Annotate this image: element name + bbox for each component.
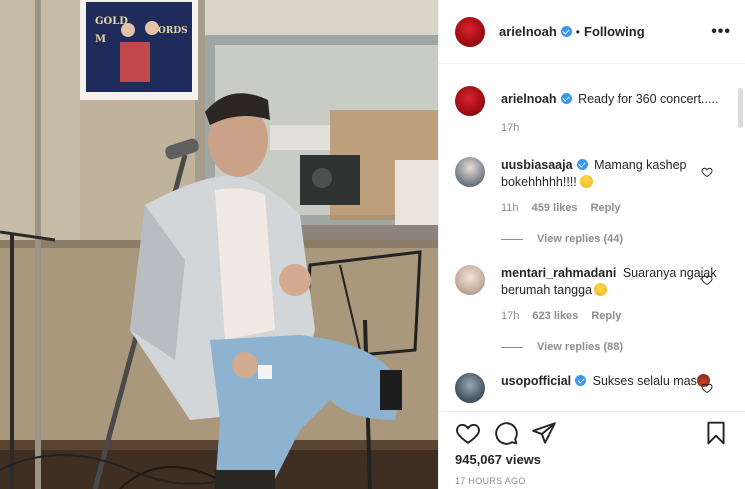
heart-icon[interactable] [455,420,481,446]
svg-text:ORDS: ORDS [158,26,188,36]
comment-likes[interactable]: 623 likes [532,310,578,322]
like-comment-heart-icon[interactable] [701,166,713,178]
post-side-panel: arielnoah • Following ••• arielnoah Read… [438,0,745,489]
view-replies-label: View replies (88) [537,341,624,353]
like-comment-heart-icon[interactable] [701,382,713,394]
comment-text: Sukses selalu mas [592,374,697,388]
scream-emoji-icon [580,175,594,188]
svg-text:M: M [95,34,106,45]
comments-list[interactable]: arielnoah Ready for 360 concert..... 17h… [439,65,745,410]
verified-badge-icon [575,375,587,386]
comment-time[interactable]: 11h [501,202,519,214]
comments-scrollbar[interactable] [738,88,743,128]
post-media[interactable]: GOLD M ORDS [0,0,438,489]
like-comment-heart-icon[interactable] [701,274,713,286]
view-replies-line [501,238,523,240]
comment-item: mentari_rahmadani Suaranya ngajak beruma… [455,265,729,325]
comment-username[interactable]: mentari_rahmadani [501,266,616,280]
commenter-avatar[interactable] [455,373,485,403]
view-replies-button[interactable]: View replies (88) [501,341,729,353]
action-bar [455,412,729,454]
caption-time[interactable]: 17h [501,122,519,134]
caption-username[interactable]: arielnoah [501,92,557,106]
comment-icon[interactable] [493,420,519,446]
comment-item: uusbiasaaja Mamang kashep bokehhhhh!!!! … [455,157,729,217]
comment-time[interactable]: 17h [501,310,519,322]
post-timestamp[interactable]: 17 HOURS AGO [455,476,729,486]
commenter-avatar[interactable] [455,265,485,295]
caption-text: Ready for 360 concert..... [578,92,719,106]
commenter-avatar[interactable] [455,157,485,187]
post-footer: 945,067 views 17 HOURS AGO [439,411,745,489]
share-icon[interactable] [531,420,557,446]
caption-avatar[interactable] [455,86,485,116]
reply-button[interactable]: Reply [591,202,621,214]
view-replies-line [501,346,523,348]
comment-item: usopofficial Sukses selalu mas [455,373,729,403]
view-replies-button[interactable]: View replies (44) [501,233,729,245]
post-video-frame: GOLD M ORDS [0,0,438,489]
more-options-icon[interactable]: ••• [711,23,731,41]
header-separator: • [575,24,580,39]
comment-username[interactable]: uusbiasaaja [501,158,573,172]
comment-username[interactable]: usopofficial [501,374,571,388]
view-count[interactable]: 945,067 views [455,452,729,467]
bookmark-icon[interactable] [703,420,729,446]
caption: arielnoah Ready for 360 concert..... 17h [455,86,729,137]
author-avatar[interactable] [455,16,485,47]
following-button[interactable]: Following [584,24,645,39]
verified-badge-icon [576,159,588,170]
verified-badge-icon [560,26,572,37]
view-replies-label: View replies (44) [537,233,624,245]
laughing-emoji-icon [594,283,608,296]
author-username[interactable]: arielnoah [499,24,557,39]
comment-likes[interactable]: 459 likes [532,202,578,214]
reply-button[interactable]: Reply [591,310,621,322]
verified-badge-icon [560,93,572,104]
post-header: arielnoah • Following ••• [439,0,745,64]
